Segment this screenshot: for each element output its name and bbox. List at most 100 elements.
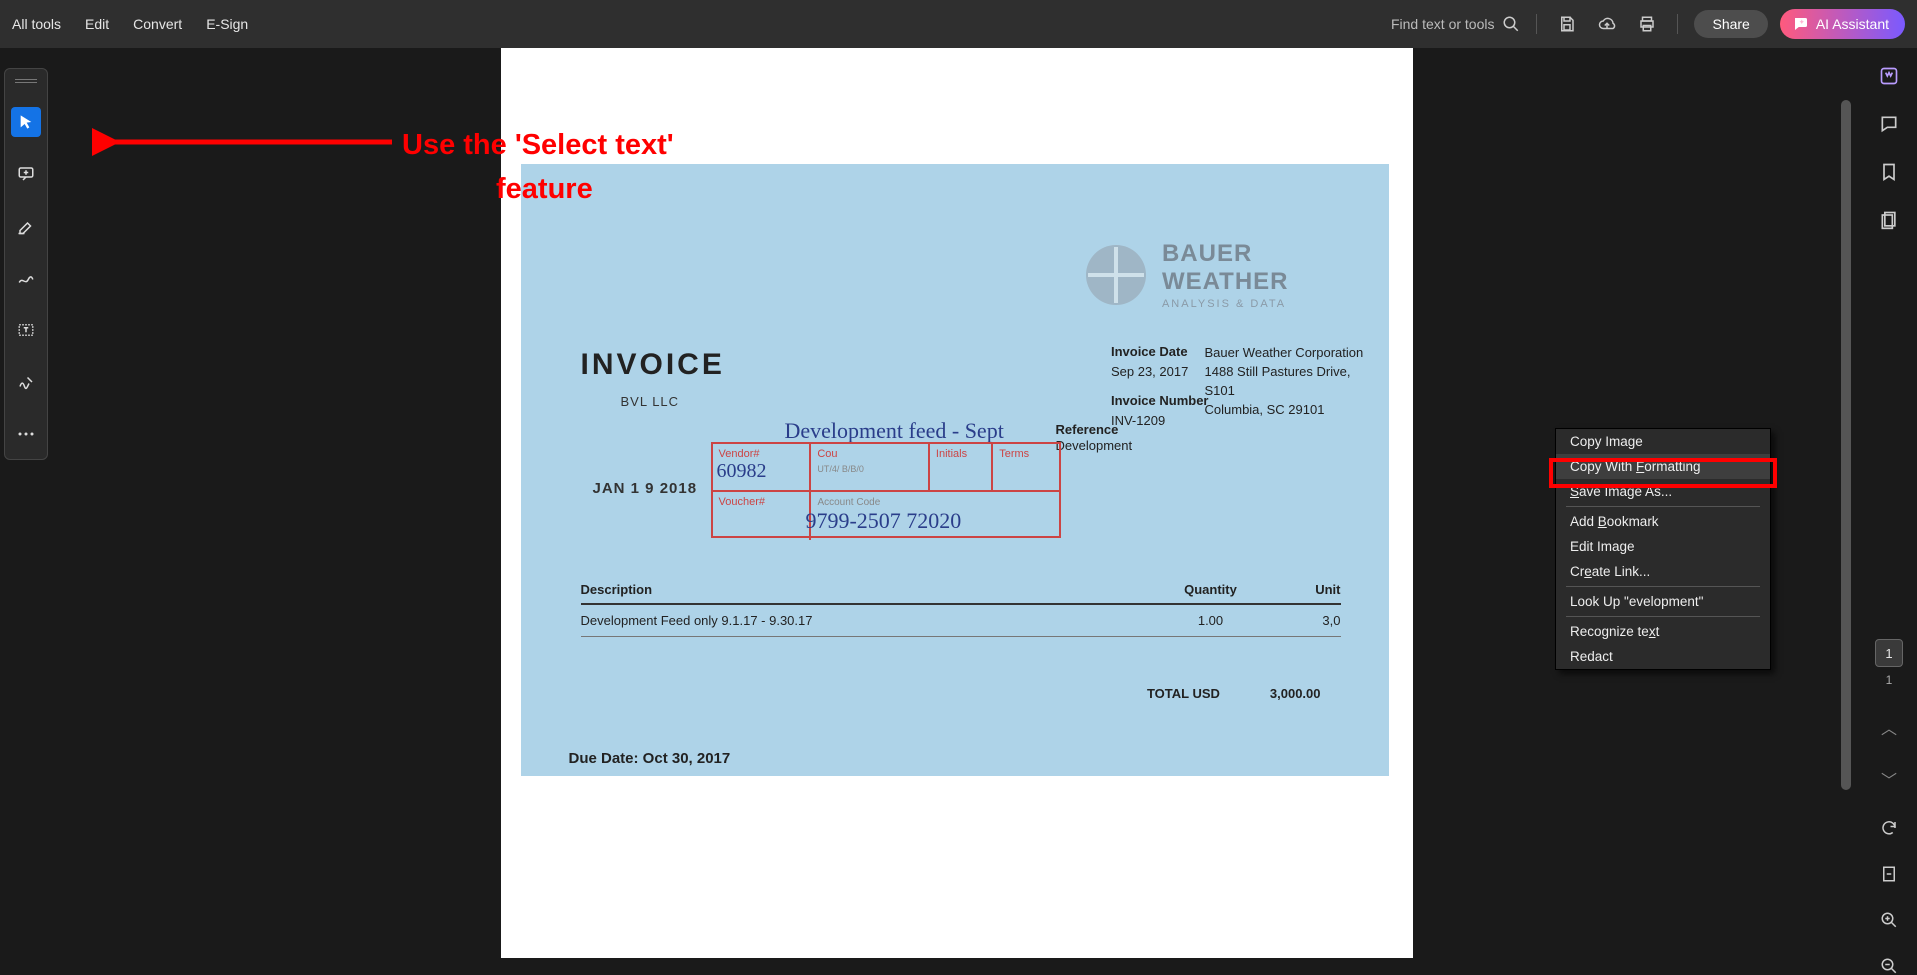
context-menu-item[interactable]: Redact [1556,644,1770,669]
more-tools-icon[interactable] [11,419,41,449]
stamp-voucher-label: Voucher# [719,496,765,508]
genai-panel-icon[interactable] [1879,66,1899,86]
top-menu: All tools Edit Convert E-Sign [12,16,248,32]
bill-to: BVL LLC [621,394,680,409]
zoom-in-icon[interactable] [1880,911,1898,929]
top-toolbar: All tools Edit Convert E-Sign Find text … [0,0,1917,48]
menu-edit[interactable]: Edit [85,16,109,32]
highlight-tool[interactable] [11,211,41,241]
select-tool[interactable] [11,107,41,137]
stamp-terms-label: Terms [999,448,1029,460]
pages-panel-icon[interactable] [1879,210,1899,230]
reference-value: Development [1056,438,1133,453]
search-icon[interactable] [1502,15,1520,33]
company-logo: BAUER WEATHER ANALYSIS & DATA [1084,240,1289,310]
logo-mark-icon [1084,243,1148,307]
company-address: Bauer Weather Corporation 1488 Still Pas… [1205,344,1365,419]
cloud-upload-icon[interactable] [1593,10,1621,38]
zoom-out-icon[interactable] [1880,957,1898,975]
handwritten-note: Development feed - Sept [785,418,1004,444]
col-quantity: Quantity [1161,582,1261,597]
invoice-meta: Invoice Date Sep 23, 2017 Invoice Number… [1111,342,1209,430]
logo-name-2: WEATHER [1162,268,1289,296]
context-menu-item[interactable]: Create Link... [1556,559,1770,584]
comment-tool[interactable] [11,159,41,189]
stamp-initials-label: Initials [936,448,967,460]
table-row: Development Feed only 9.1.17 - 9.30.17 1… [581,605,1341,637]
invoice-number: INV-1209 [1111,411,1209,431]
context-menu-item[interactable]: Add Bookmark [1556,509,1770,534]
stamp-cou-value: UT/4/ B/B/0 [817,464,922,474]
rotate-icon[interactable] [1880,819,1898,837]
reference-label: Reference [1056,422,1119,437]
ai-assistant-button[interactable]: AI Assistant [1780,9,1905,39]
total-value: 3,000.00 [1270,686,1321,701]
stamp-acct-value: 9799-2507 72020 [805,508,961,534]
share-button[interactable]: Share [1694,10,1767,38]
row-unit: 3,0 [1261,613,1341,628]
page-down-icon[interactable]: ﹀ [1881,767,1897,791]
context-menu-item[interactable]: Look Up "evelopment" [1556,589,1770,614]
line-items-table: Description Quantity Unit Development Fe… [581,582,1341,637]
print-icon[interactable] [1633,10,1661,38]
invoice-document: BAUER WEATHER ANALYSIS & DATA INVOICE BV… [521,164,1389,776]
logo-tagline: ANALYSIS & DATA [1162,298,1289,310]
divider [1677,14,1678,34]
page-up-icon[interactable]: ︿ [1881,715,1897,739]
annotation-text: Use the 'Select text' feature [402,124,674,211]
stamp-vendor-label: Vendor# [719,448,760,460]
scrollbar-thumb[interactable] [1841,100,1851,790]
page-current[interactable]: 1 [1875,639,1903,667]
divider [1536,14,1537,34]
corp-addr2: Columbia, SC 29101 [1205,401,1365,420]
due-date: Due Date: Oct 30, 2017 [569,750,731,767]
ai-sparkle-icon [1792,15,1810,33]
palette-grip[interactable] [15,79,37,83]
context-menu-item[interactable]: Recognize text [1556,619,1770,644]
left-rail [0,48,52,975]
stamp-grid: Vendor# 60982 Cou UT/4/ B/B/0 Initials T… [711,442,1061,538]
stamp-cou-label: Cou [817,448,837,460]
menu-all-tools[interactable]: All tools [12,16,61,32]
sign-tool[interactable] [11,367,41,397]
corp-addr1: 1488 Still Pastures Drive, S101 [1205,363,1365,401]
annotation-arrow [92,108,412,178]
stamp-acct-label: Account Code [817,497,880,508]
menu-convert[interactable]: Convert [133,16,182,32]
search-placeholder: Find text or tools [1391,16,1495,32]
comments-panel-icon[interactable] [1879,114,1899,134]
totals: TOTAL USD 3,000.00 [1147,686,1321,701]
row-desc: Development Feed only 9.1.17 - 9.30.17 [581,613,1161,628]
save-icon[interactable] [1553,10,1581,38]
invoice-date: Sep 23, 2017 [1111,362,1209,382]
page-indicator: 1 1 [1875,639,1903,687]
stamp-vendor-value: 60982 [717,460,767,483]
draw-tool[interactable] [11,263,41,293]
invoice-date-label: Invoice Date [1111,342,1209,362]
menu-esign[interactable]: E-Sign [206,16,248,32]
annotation-line2: feature [402,168,674,212]
received-date-stamp: JAN 1 9 2018 [593,480,698,497]
corp-name: Bauer Weather Corporation [1205,344,1365,363]
context-menu-item[interactable]: Copy With Formatting [1556,454,1770,479]
invoice-number-label: Invoice Number [1111,391,1209,411]
ai-assistant-label: AI Assistant [1816,16,1889,32]
context-menu[interactable]: Copy ImageCopy With FormattingSave Image… [1555,428,1771,670]
col-unit: Unit [1261,582,1341,597]
fit-page-icon[interactable] [1880,865,1898,883]
context-menu-item[interactable]: Copy Image [1556,429,1770,454]
context-menu-item[interactable]: Edit Image [1556,534,1770,559]
context-menu-item[interactable]: Save Image As... [1556,479,1770,504]
logo-name-1: BAUER [1162,240,1289,268]
bookmarks-panel-icon[interactable] [1879,162,1899,182]
tool-palette [4,68,48,460]
invoice-title: INVOICE [581,348,725,382]
right-rail: 1 1 ︿ ﹀ [1861,48,1917,975]
annotation-line1: Use the 'Select text' [402,124,674,168]
col-description: Description [581,582,1161,597]
page-total: 1 [1886,673,1893,687]
document-canvas[interactable]: BAUER WEATHER ANALYSIS & DATA INVOICE BV… [52,48,1861,975]
textbox-tool[interactable] [11,315,41,345]
total-label: TOTAL USD [1147,686,1220,701]
search-box[interactable]: Find text or tools [1391,15,1521,33]
